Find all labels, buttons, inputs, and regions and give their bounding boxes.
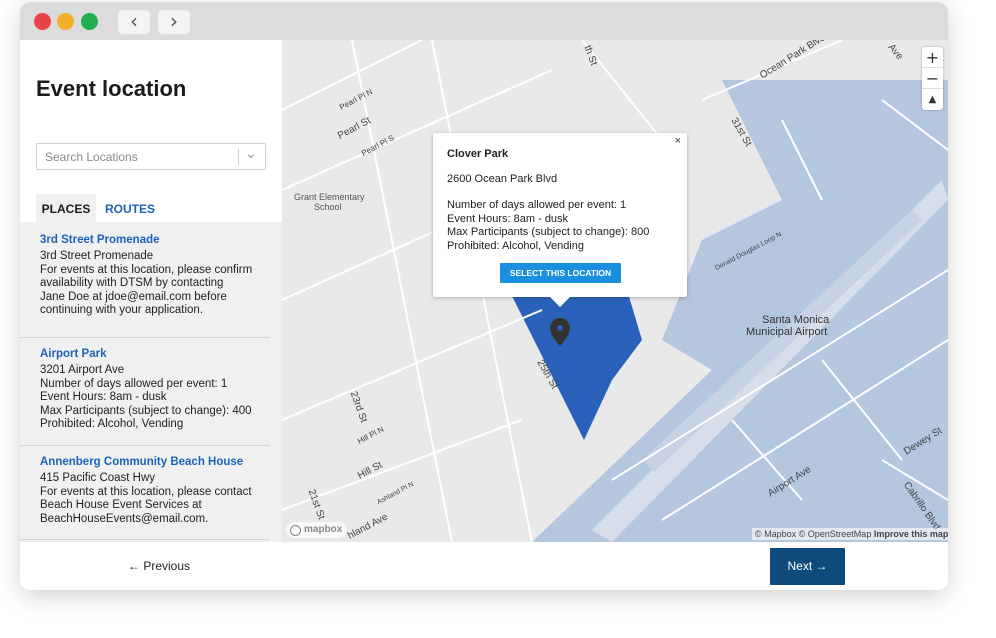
popup-detail-line: Prohibited: Alcohol, Vending: [447, 239, 584, 252]
back-icon[interactable]: ‹: [118, 10, 150, 34]
search-placeholder: Search Locations: [45, 150, 138, 164]
popup-detail-line: Event Hours: 8am - dusk: [447, 212, 569, 225]
popup-address: 2600 Ocean Park Blvd: [447, 173, 558, 185]
place-name[interactable]: 3rd Street Promenade: [40, 234, 270, 246]
footer: ← Previous Next →: [20, 542, 948, 590]
place-line: Max Participants (subject to change): 40…: [40, 404, 252, 417]
place-line: Jane Doe at jdoe@email.com before: [40, 290, 227, 303]
place-name[interactable]: Annenberg Community Beach House: [40, 456, 270, 468]
map-pin-center: [557, 325, 563, 331]
school-label: School: [314, 202, 342, 212]
list-item[interactable]: 3rd Street Promenade 3rd Street Promenad…: [20, 234, 270, 338]
tab-routes[interactable]: ROUTES: [105, 194, 155, 222]
popup-details: Number of days allowed per event: 1 Even…: [447, 199, 649, 253]
list-item[interactable]: Airport Park 3201 Airport Ave Number of …: [20, 348, 270, 446]
title-bar: ‹ ›: [20, 2, 948, 40]
place-line: Prohibited: Alcohol, Vending: [40, 418, 184, 430]
airport-label: Santa Monica: [762, 314, 830, 326]
popup-title: Clover Park: [447, 148, 509, 160]
place-line: 415 Pacific Coast Hwy: [40, 472, 156, 484]
place-line: 3rd Street Promenade: [40, 250, 154, 262]
forward-icon[interactable]: ›: [158, 10, 190, 34]
close-window-button[interactable]: [34, 13, 51, 30]
minimize-window-button[interactable]: [57, 13, 74, 30]
place-line: Number of days allowed per event: 1: [40, 377, 228, 390]
place-line: 3201 Airport Ave: [40, 364, 125, 376]
improve-map-link[interactable]: Improve this map: [874, 529, 948, 539]
map-attribution: © Mapbox © OpenStreetMap Improve this ma…: [752, 528, 948, 540]
popup-detail-line: Number of days allowed per event: 1: [447, 199, 627, 211]
place-line: Beach House Event Services at: [40, 499, 202, 511]
popup-detail-line: Max Participants (subject to change): 80…: [447, 226, 650, 238]
search-separator: [238, 149, 239, 165]
select-location-button[interactable]: SELECT THIS LOCATION: [500, 263, 621, 283]
airport-label: Municipal Airport: [746, 326, 828, 338]
sidebar: Event location Search Locations ⌄ PLACES…: [20, 40, 282, 542]
place-line: continuing with your application.: [40, 304, 204, 316]
previous-button[interactable]: ← Previous: [128, 559, 190, 573]
zoom-out-button[interactable]: −: [922, 68, 943, 89]
close-icon[interactable]: ×: [675, 135, 681, 147]
place-line: BeachHouseEvents@email.com.: [40, 512, 209, 525]
next-button[interactable]: Next →: [770, 548, 845, 585]
list-item[interactable]: Annenberg Community Beach House 415 Paci…: [20, 456, 270, 540]
place-line: For events at this location, please cont…: [40, 485, 252, 498]
place-line: For events at this location, please conf…: [40, 263, 253, 276]
place-line: availability with DTSM by contacting: [40, 277, 224, 289]
places-list: 3rd Street Promenade 3rd Street Promenad…: [20, 222, 282, 542]
tab-places[interactable]: PLACES: [36, 194, 96, 222]
attribution-text[interactable]: © Mapbox © OpenStreetMap: [755, 529, 871, 539]
browser-window: ‹ › Event location Search Locations ⌄ PL…: [20, 2, 948, 590]
location-popup: × Clover Park 2600 Ocean Park Blvd Numbe…: [433, 133, 687, 307]
search-locations-input[interactable]: Search Locations ⌄: [36, 143, 266, 170]
place-line: Event Hours: 8am - dusk: [40, 391, 167, 403]
chevron-down-icon[interactable]: ⌄: [245, 145, 257, 162]
zoom-controls: + − ▲: [922, 47, 943, 110]
compass-icon[interactable]: ▲: [922, 89, 943, 110]
zoom-in-button[interactable]: +: [922, 47, 943, 68]
mapbox-logo: mapbox: [286, 522, 348, 538]
maximize-window-button[interactable]: [81, 13, 98, 30]
place-name[interactable]: Airport Park: [40, 348, 270, 360]
school-label: Grant Elementary: [294, 192, 365, 202]
page-title: Event location: [36, 76, 187, 101]
